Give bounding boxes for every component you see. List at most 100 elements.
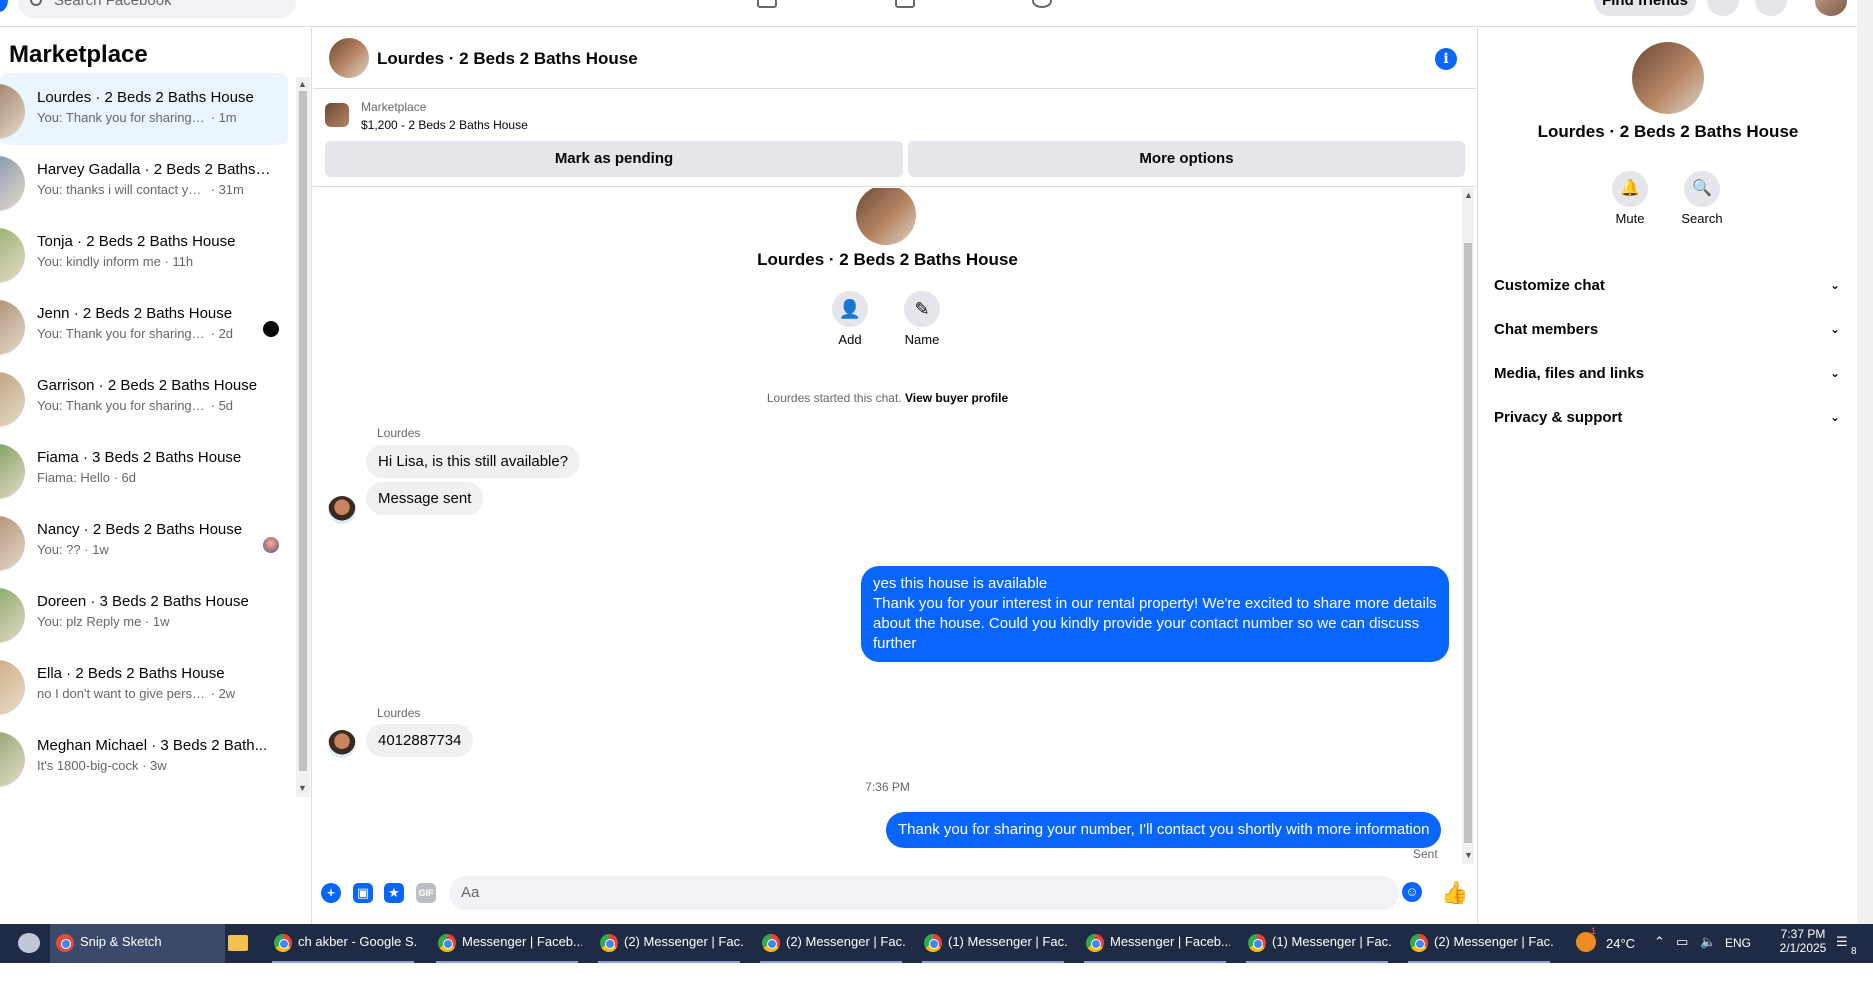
chat-list-item[interactable]: Meghan Michael · 3 Beds 2 Bath... It's 18…: [0, 721, 288, 793]
gif-icon[interactable]: GIF: [416, 883, 436, 903]
thread-title: Lourdes · 2 Beds 2 Baths House: [757, 250, 1018, 269]
chat-preview-text: You: Thank you for sharing your ...: [37, 326, 207, 341]
scroll-down-arrow-icon[interactable]: ▼: [1464, 850, 1473, 860]
info-icon[interactable]: i: [1435, 48, 1457, 70]
taskbar-app-button[interactable]: (2) Messenger | Fac...: [1404, 924, 1554, 963]
file-explorer-icon[interactable]: [228, 935, 248, 951]
page-scrollbar[interactable]: [1857, 0, 1873, 924]
chat-list-item[interactable]: Lourdes · 2 Beds 2 Baths House You: Thank…: [0, 73, 288, 145]
chat-thumbnail: [0, 84, 25, 139]
scroll-up-arrow-icon[interactable]: ▲: [298, 79, 307, 89]
message-input[interactable]: Aa: [449, 876, 1399, 910]
incoming-message[interactable]: Message sent: [366, 482, 484, 515]
more-actions-plus-icon[interactable]: +: [321, 883, 341, 903]
network-icon[interactable]: ▭: [1676, 934, 1688, 973]
marketplace-label: Marketplace: [361, 100, 427, 114]
chat-list-item[interactable]: Tonja · 2 Beds 2 Baths House You: kindly …: [0, 217, 288, 289]
outgoing-message[interactable]: Thank you for sharing your number, I'll …: [886, 812, 1442, 848]
chat-name: Fiama · 3 Beds 2 Baths House: [37, 449, 242, 466]
tray-chevron-up-icon[interactable]: ⌃: [1654, 934, 1665, 973]
add-person-icon[interactable]: 👤: [832, 291, 868, 327]
chat-list-item[interactable]: Nancy · 2 Beds 2 Baths House You: ?? · 1w: [0, 505, 288, 577]
weather-alert-badge: 1: [1591, 926, 1597, 936]
chat-time: · 5d: [210, 398, 234, 413]
language-indicator[interactable]: ENG: [1725, 936, 1751, 975]
taskbar-app-button[interactable]: Messenger | Faceb...: [432, 924, 582, 963]
facebook-logo[interactable]: [0, 0, 8, 12]
clock-date: 2/1/2025: [1779, 941, 1827, 955]
chat-preview-text: You: plz Reply me: [37, 614, 142, 629]
sticker-icon[interactable]: ★: [384, 883, 404, 903]
emoji-icon[interactable]: ☺: [1402, 882, 1422, 902]
thread-scrollbar[interactable]: ▲ ▼: [1462, 188, 1474, 864]
chat-list-item[interactable]: Jenn · 2 Beds 2 Baths House You: Thank yo…: [0, 289, 288, 361]
listing-thumbnail[interactable]: [325, 103, 349, 127]
account-avatar[interactable]: [1815, 0, 1847, 16]
mark-as-pending-button[interactable]: Mark as pending: [325, 141, 903, 177]
search-input[interactable]: Search Facebook: [18, 0, 296, 18]
groups-nav-icon[interactable]: [895, 0, 915, 8]
chat-list-scrollbar[interactable]: ▲ ▼: [296, 77, 310, 797]
search-icon[interactable]: 🔍: [1684, 171, 1720, 207]
weather-temp[interactable]: 24°C: [1606, 936, 1635, 975]
view-buyer-profile-link[interactable]: View buyer profile: [905, 391, 1008, 405]
start-icon[interactable]: [18, 933, 40, 953]
notification-count: 8: [1851, 946, 1857, 957]
chat-list-item[interactable]: Fiama · 3 Beds 2 Baths House Fiama: Hello…: [0, 433, 288, 505]
volume-icon[interactable]: 🔈: [1700, 934, 1716, 973]
outgoing-message[interactable]: yes this house is available Thank you fo…: [861, 566, 1449, 662]
attach-photo-icon[interactable]: ▣: [353, 883, 373, 903]
scrollbar-thumb[interactable]: [1464, 243, 1472, 843]
taskbar-app-button[interactable]: (1) Messenger | Fac...: [918, 924, 1068, 963]
scroll-down-arrow-icon[interactable]: ▼: [298, 783, 307, 793]
taskbar-app-label: (2) Messenger | Fac...: [624, 934, 744, 949]
chat-thumbnail: [0, 228, 25, 283]
chat-list-item[interactable]: Ella · 2 Beds 2 Baths House no I don't wa…: [0, 649, 288, 721]
incoming-message[interactable]: 4012887734: [366, 724, 474, 757]
taskbar-app-button[interactable]: (2) Messenger | Fac...: [756, 924, 906, 963]
taskbar-app-label: (2) Messenger | Fac...: [1434, 934, 1554, 949]
taskbar-app-button[interactable]: ch akber - Google S...: [268, 924, 418, 963]
chat-time: · 1m: [210, 110, 237, 125]
find-friends-button[interactable]: Find friends: [1594, 0, 1696, 16]
chat-preview-text: You: thanks i will contact you as s...: [37, 182, 207, 197]
listing-title[interactable]: $1,200 - 2 Beds 2 Baths House: [361, 118, 528, 132]
like-thumbs-up-icon[interactable]: 👍: [1441, 880, 1468, 906]
chat-thumbnail: [0, 444, 25, 499]
chat-preview: Fiama: Hello · 6d: [37, 470, 272, 485]
chat-name: Harvey Gadalla · 2 Beds 2 Baths ...: [37, 161, 272, 178]
message-timestamp: 7:36 PM: [865, 780, 910, 794]
menu-grid-icon[interactable]: [1707, 0, 1739, 16]
details-avatar[interactable]: [1632, 42, 1704, 114]
scroll-up-arrow-icon[interactable]: ▲: [1464, 190, 1473, 200]
notifications-icon[interactable]: ☰: [1836, 934, 1848, 973]
chat-members-section[interactable]: Chat members ⌄: [1494, 310, 1844, 354]
conversation-avatar[interactable]: [329, 38, 369, 78]
notifications-bell-icon[interactable]: [1755, 0, 1787, 16]
more-options-button[interactable]: More options: [908, 141, 1465, 177]
clock[interactable]: 7:37 PM 2/1/2025: [1773, 927, 1833, 966]
chat-thumbnail: [0, 588, 25, 643]
profile-nav-icon[interactable]: [1032, 0, 1052, 8]
chat-list-item[interactable]: Garrison · 2 Beds 2 Baths House You: Than…: [0, 361, 288, 433]
taskbar-app-button[interactable]: (2) Messenger | Fac...: [594, 924, 744, 963]
sender-avatar[interactable]: [328, 730, 356, 758]
taskbar-app-button[interactable]: Messenger | Faceb...: [1080, 924, 1230, 963]
scrollbar-thumb[interactable]: [299, 91, 307, 771]
chat-name: Tonja · 2 Beds 2 Baths House: [37, 233, 236, 250]
incoming-message[interactable]: Hi Lisa, is this still available?: [366, 445, 581, 478]
customize-chat-section[interactable]: Customize chat ⌄: [1494, 266, 1844, 310]
privacy-support-section[interactable]: Privacy & support ⌄: [1494, 398, 1844, 442]
mute-bell-icon[interactable]: 🔔: [1612, 171, 1648, 207]
taskbar-app-button[interactable]: Snip & Sketch: [50, 924, 225, 963]
media-files-links-section[interactable]: Media, files and links ⌄: [1494, 354, 1844, 398]
chat-preview-text: You: Thank you for sharing your n...: [37, 110, 207, 125]
windows-taskbar: Snip & Sketch ch akber - Google S... Messe…: [0, 924, 1873, 963]
edit-name-icon[interactable]: ✎: [904, 291, 940, 327]
marketplace-nav-icon[interactable]: [757, 0, 777, 8]
taskbar-app-button[interactable]: (1) Messenger | Fac...: [1242, 924, 1392, 963]
chat-list-item[interactable]: Doreen · 3 Beds 2 Baths House You: plz Re…: [0, 577, 288, 649]
conversation-title[interactable]: Lourdes · 2 Beds 2 Baths House: [377, 49, 638, 69]
chat-list-item[interactable]: Harvey Gadalla · 2 Beds 2 Baths ... You: …: [0, 145, 288, 217]
sender-avatar[interactable]: [328, 496, 356, 524]
